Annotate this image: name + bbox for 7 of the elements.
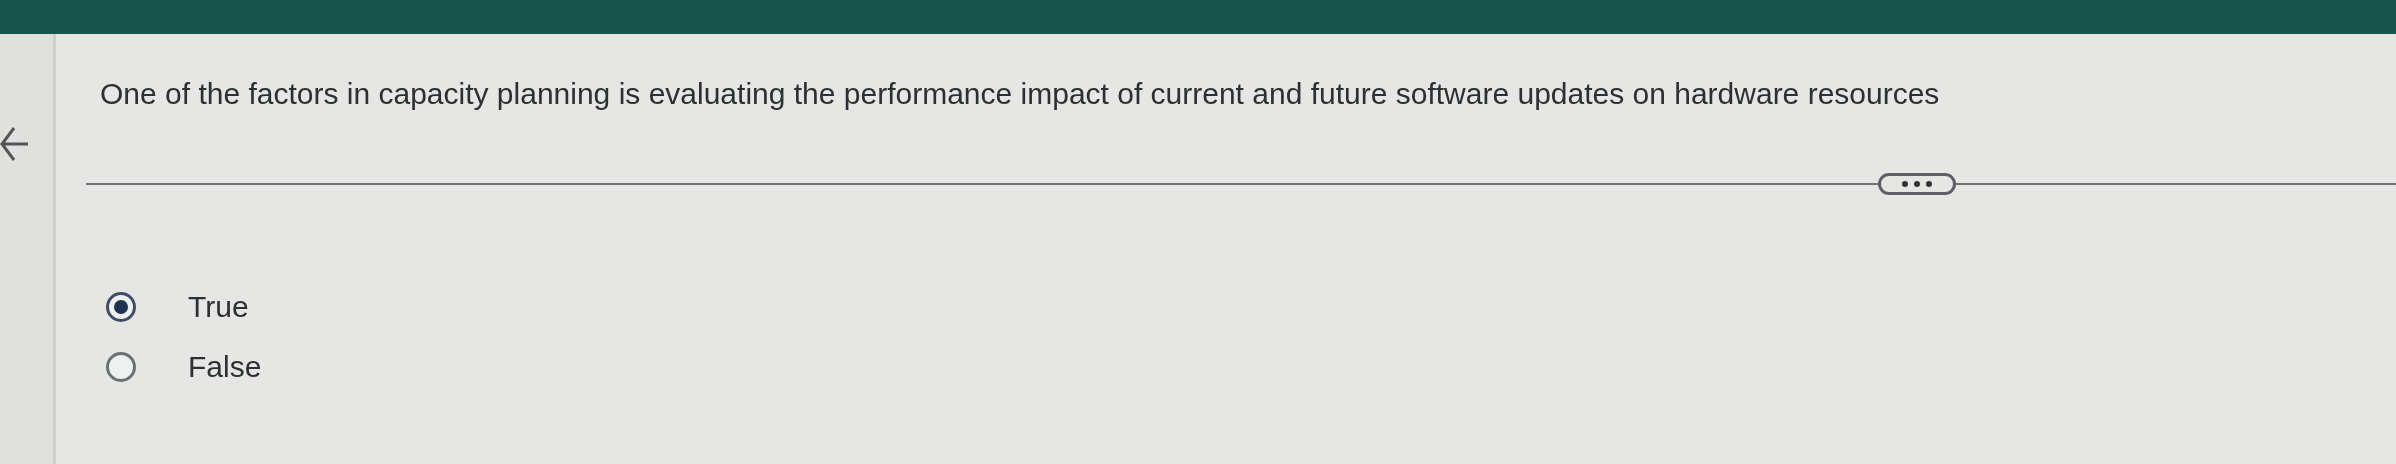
question-text: One of the factors in capacity planning is evaluating the performance impact of current and future software updates on hardware resources (100, 76, 1941, 112)
option-label[interactable]: True (188, 290, 249, 324)
radio-button[interactable] (106, 292, 136, 322)
more-options-button[interactable] (1878, 173, 1956, 195)
option-label[interactable]: False (188, 350, 262, 384)
radio-button[interactable] (106, 352, 136, 382)
ellipsis-icon (1900, 180, 1934, 188)
